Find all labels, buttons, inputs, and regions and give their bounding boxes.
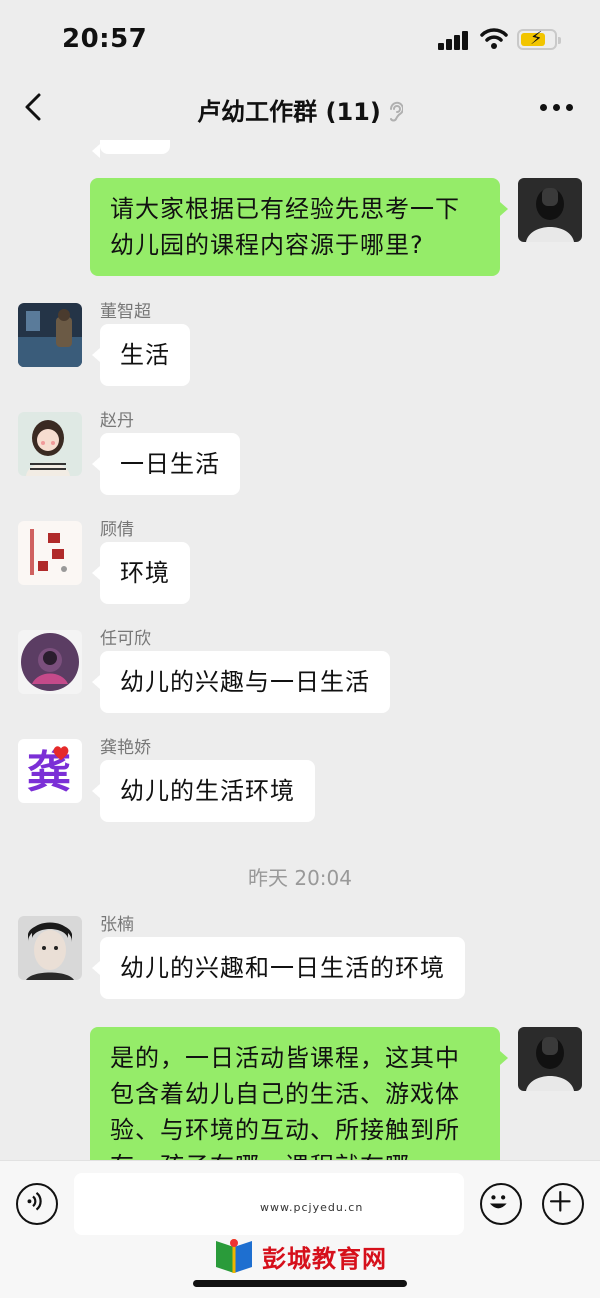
- avatar-member[interactable]: [18, 916, 82, 980]
- chat-title[interactable]: 卢幼工作群 (11): [0, 92, 600, 127]
- avatar-self[interactable]: [518, 1027, 582, 1091]
- message-bubble-incoming[interactable]: 一日生活: [92, 433, 240, 495]
- avatar-member[interactable]: [18, 521, 82, 585]
- chat-title-text: 卢幼工作群 (11): [197, 98, 381, 126]
- sender-name: 顾倩: [100, 520, 134, 540]
- ear-icon: [389, 101, 403, 122]
- battery-charging-icon: ⚡: [517, 28, 561, 50]
- home-indicator[interactable]: [193, 1280, 407, 1287]
- message-bubble-incoming[interactable]: 幼儿的兴趣与一日生活: [92, 651, 390, 713]
- watermark-text: 彭城教育网: [262, 1244, 387, 1273]
- more-icon[interactable]: [540, 104, 574, 112]
- avatar-member[interactable]: [18, 630, 82, 694]
- status-time: 20:57: [62, 24, 148, 54]
- input-bar: 彭城教育网 www.pcjyedu.cn: [0, 1160, 600, 1298]
- message-bubble-incoming[interactable]: 生活: [92, 324, 190, 386]
- watermark: 彭城教育网: [212, 1231, 387, 1281]
- watermark-url: www.pcjyedu.cn: [260, 1201, 364, 1214]
- sender-name: 任可欣: [100, 629, 151, 649]
- message-timestamp: 昨天 20:04: [248, 866, 352, 890]
- message-bubble-outgoing[interactable]: 请大家根据已有经验先思考一下幼儿园的课程内容源于哪里?: [90, 178, 508, 276]
- plus-icon[interactable]: [542, 1183, 584, 1225]
- avatar-member[interactable]: 龚: [18, 739, 82, 803]
- avatar-self[interactable]: [518, 178, 582, 242]
- sender-name: 张楠: [100, 915, 134, 935]
- book-logo-icon: [216, 1239, 252, 1273]
- message-bubble-outgoing[interactable]: 是的，一日活动皆课程，这其中包含着幼儿自己的生活、游戏体验、与环境的互动、所接触…: [90, 1027, 508, 1160]
- sender-name: 赵丹: [100, 411, 134, 431]
- emoji-icon[interactable]: [480, 1183, 522, 1225]
- sender-name: 龚艳娇: [100, 738, 151, 758]
- signal-icon: [438, 30, 470, 50]
- voice-icon[interactable]: [16, 1183, 58, 1225]
- avatar-member[interactable]: [18, 303, 82, 367]
- chat-header: 卢幼工作群 (11): [0, 80, 600, 140]
- message-list[interactable]: 请大家根据已有经验先思考一下幼儿园的课程内容源于哪里? 董智超 生活 赵丹 一日…: [0, 140, 600, 1160]
- partial-message-bubble[interactable]: [92, 140, 170, 158]
- message-bubble-incoming[interactable]: 幼儿的生活环境: [92, 760, 315, 822]
- wifi-icon: [480, 28, 508, 49]
- sender-name: 董智超: [100, 302, 151, 322]
- message-bubble-incoming[interactable]: 幼儿的兴趣和一日生活的环境: [92, 937, 465, 999]
- status-bar: 20:57 ⚡: [0, 0, 600, 80]
- avatar-member[interactable]: [18, 412, 82, 476]
- heart-icon: [53, 746, 69, 761]
- message-bubble-incoming[interactable]: 环境: [92, 542, 190, 604]
